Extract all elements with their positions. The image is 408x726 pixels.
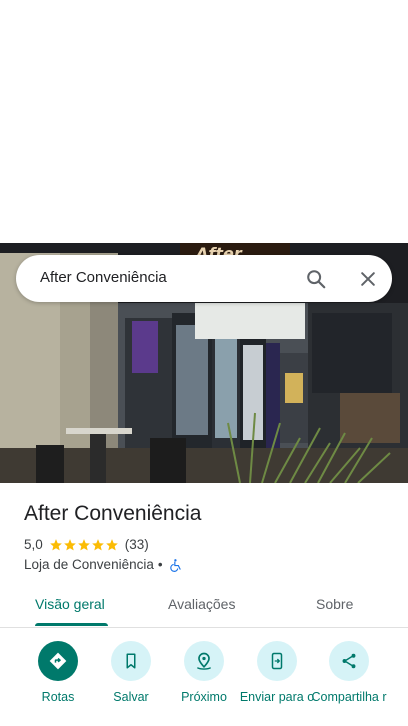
separator-dot: • — [157, 557, 163, 572]
active-tab-indicator — [35, 623, 108, 626]
place-title: After Conveniência — [24, 502, 202, 525]
directions-label: Rotas — [41, 690, 75, 704]
tab-overview[interactable]: Visão geral — [35, 596, 105, 612]
directions-button[interactable]: Rotas — [18, 641, 98, 704]
search-icon[interactable] — [302, 265, 330, 293]
wheelchair-icon — [169, 558, 181, 572]
action-buttons: Rotas Salvar Próximo Enviar para o Compa… — [0, 641, 408, 726]
bookmark-icon — [111, 641, 151, 681]
share-icon — [329, 641, 369, 681]
rating-value: 5,0 — [24, 537, 43, 552]
map-area-blank — [0, 0, 408, 243]
place-tabs: Visão geral Avaliações Sobre — [0, 591, 408, 628]
nearby-label: Próximo — [181, 690, 227, 704]
directions-icon — [38, 641, 78, 681]
close-icon[interactable] — [354, 265, 382, 293]
tab-reviews[interactable]: Avaliações — [168, 596, 235, 612]
star-icon — [91, 538, 104, 550]
send-to-phone-button[interactable]: Enviar para o — [237, 641, 317, 704]
place-category: Loja de Conveniência — [24, 557, 154, 572]
search-input[interactable]: After Conveniência — [40, 269, 167, 286]
search-bar[interactable]: After Conveniência — [16, 255, 392, 302]
nearby-button[interactable]: Próximo — [164, 641, 244, 704]
star-icon — [49, 538, 62, 550]
rating-row[interactable]: 5,0 (33) — [24, 537, 149, 552]
place-details-sheet: After Conveniência 5,0 (33) Loja de Conv… — [0, 483, 408, 726]
share-label: Compartilha r — [311, 690, 387, 704]
review-count[interactable]: (33) — [125, 537, 149, 552]
tab-about[interactable]: Sobre — [316, 596, 353, 612]
rating-stars — [49, 538, 119, 552]
save-label: Salvar — [113, 690, 149, 704]
star-icon — [77, 538, 90, 550]
category-row: Loja de Conveniência • — [24, 557, 183, 572]
send-to-phone-label: Enviar para o — [239, 690, 315, 704]
star-icon — [63, 538, 76, 550]
share-button[interactable]: Compartilha r — [309, 641, 389, 704]
send-to-phone-icon — [257, 641, 297, 681]
star-icon — [105, 538, 118, 550]
nearby-icon — [184, 641, 224, 681]
save-button[interactable]: Salvar — [91, 641, 171, 704]
